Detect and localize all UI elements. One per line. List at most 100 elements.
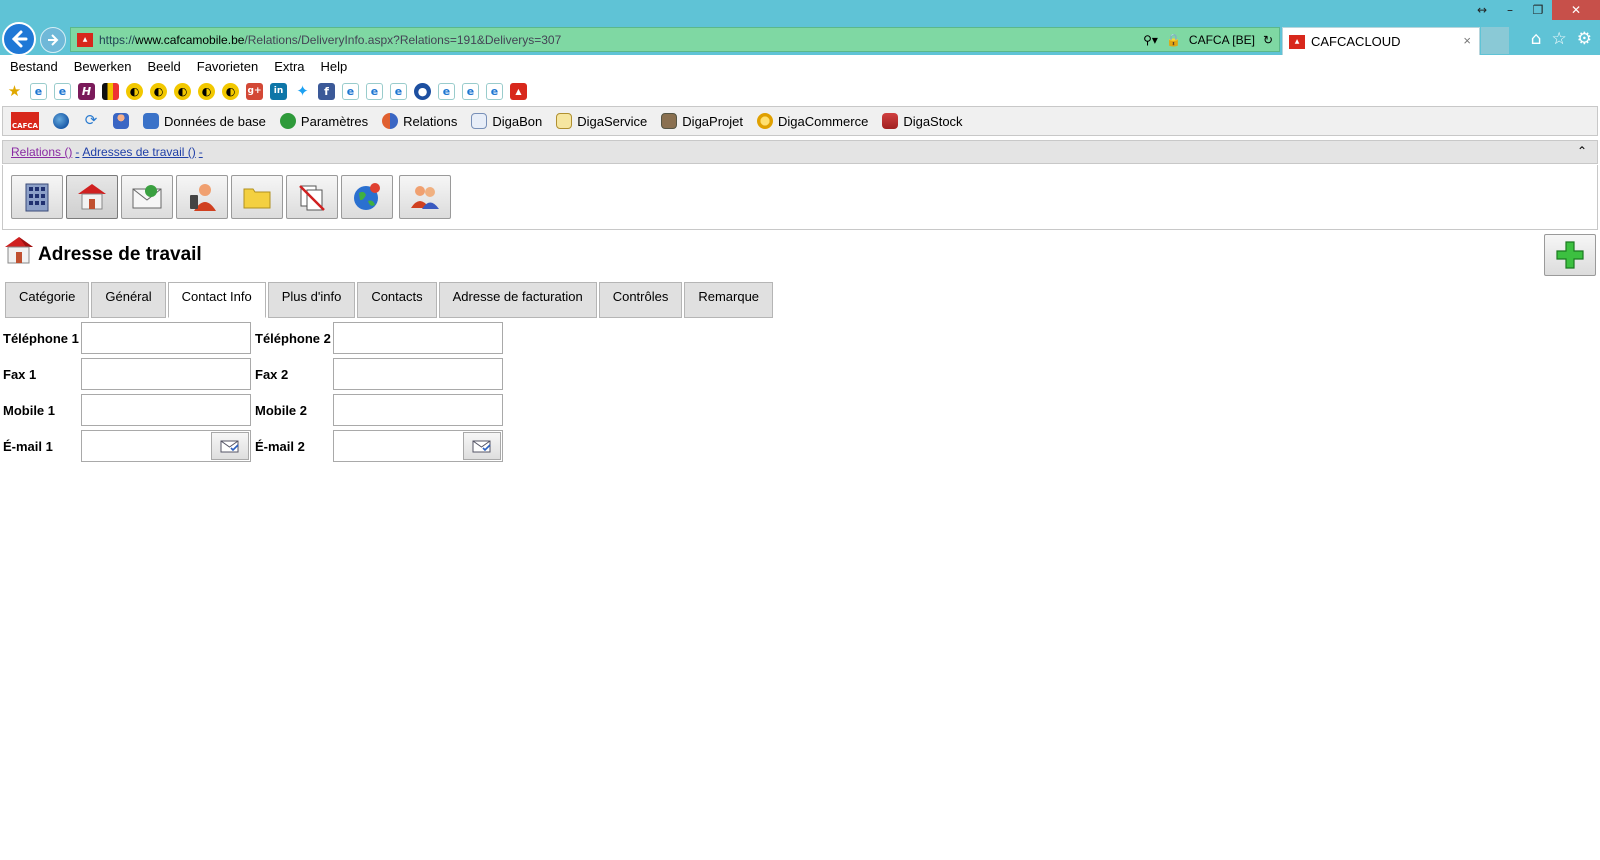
belgium-flag-icon[interactable] <box>102 82 119 100</box>
browser-tab[interactable]: ▲ CAFCACLOUD × <box>1282 27 1480 55</box>
tab-categorie[interactable]: Catégorie <box>5 282 90 318</box>
minimize-button[interactable]: – <box>1496 0 1524 20</box>
home-icon[interactable]: ⌂ <box>1531 29 1542 49</box>
favorites-bar: ★ e e H ◐ ◐ ◐ ◐ ◐ g+ in ✦ f e e e ● e e … <box>0 79 1600 103</box>
tab-general[interactable]: Général <box>91 282 166 318</box>
ie-page-icon[interactable]: e <box>342 82 359 100</box>
folder-button[interactable] <box>231 175 283 219</box>
toolbar-relations[interactable]: Relations <box>382 113 457 129</box>
url-text[interactable]: https://www.cafcamobile.be/Relations/Del… <box>99 33 561 47</box>
building-button[interactable] <box>11 175 63 219</box>
chevron-up-icon[interactable]: ⌃ <box>1577 144 1587 158</box>
google-plus-icon[interactable]: g+ <box>246 82 263 100</box>
mail-button[interactable] <box>121 175 173 219</box>
user-icon[interactable] <box>113 113 129 129</box>
people-icon <box>411 186 439 209</box>
phone2-input[interactable] <box>333 322 503 354</box>
sync-icon[interactable]: ⟳ <box>83 113 99 129</box>
menu-bestand[interactable]: Bestand <box>10 59 58 74</box>
contacts-button[interactable] <box>399 175 451 219</box>
site-icon[interactable]: ◐ <box>126 82 143 100</box>
toolbar-digacommerce[interactable]: DigaCommerce <box>757 113 868 129</box>
add-button[interactable] <box>1544 234 1596 276</box>
search-icon[interactable]: ⚲▾ <box>1143 33 1158 47</box>
project-icon <box>661 113 678 129</box>
gear-icon[interactable]: ⚙ <box>1577 29 1592 49</box>
facebook-icon[interactable]: f <box>318 82 335 100</box>
ie-page-icon[interactable]: e <box>438 82 455 100</box>
menu-bewerken[interactable]: Bewerken <box>74 59 132 74</box>
ie-page-icon[interactable]: e <box>54 82 71 100</box>
site-identity[interactable]: CAFCA [BE] <box>1189 33 1255 47</box>
refresh-icon[interactable]: ↻ <box>1263 33 1273 47</box>
tab-contacts[interactable]: Contacts <box>357 282 437 318</box>
cafca-logo[interactable]: CAFCA <box>11 112 39 130</box>
lock-icon[interactable]: 🔒 <box>1166 33 1181 47</box>
site-icon[interactable]: ◐ <box>150 82 167 100</box>
menu-favorieten[interactable]: Favorieten <box>197 59 258 74</box>
database-icon <box>143 113 159 129</box>
house-icon <box>78 184 106 210</box>
tab-plus-dinfo[interactable]: Plus d'info <box>267 282 356 318</box>
people-icon <box>382 113 399 129</box>
twitter-icon[interactable]: ✦ <box>294 82 311 100</box>
ie-page-icon[interactable]: e <box>30 82 47 100</box>
cafca-favicon-icon[interactable]: ▲ <box>510 82 527 100</box>
mobile1-input[interactable] <box>81 394 251 426</box>
toolbar-donnees-de-base[interactable]: Données de base <box>143 113 266 129</box>
no-documents-button[interactable] <box>286 175 338 219</box>
fax2-input[interactable] <box>333 358 503 390</box>
document-icon <box>471 113 488 129</box>
tab-adresse-de-facturation[interactable]: Adresse de facturation <box>438 282 597 318</box>
toolbar-digastock[interactable]: DigaStock <box>882 113 963 129</box>
breadcrumb-relations-link[interactable]: Relations () <box>11 145 72 159</box>
tab-contact-info[interactable]: Contact Info <box>167 282 266 318</box>
address-bar-tools: ⚲▾ 🔒 CAFCA [BE] ↻ <box>1143 28 1273 51</box>
menu-help[interactable]: Help <box>321 59 348 74</box>
mobile2-input[interactable] <box>333 394 503 426</box>
ie-page-icon[interactable]: e <box>390 82 407 100</box>
toolbar-label: DigaCommerce <box>778 113 869 129</box>
toolbar-digaprojet[interactable]: DigaProjet <box>661 113 743 129</box>
tab-remarque[interactable]: Remarque <box>684 282 774 318</box>
linkedin-icon[interactable]: in <box>270 82 287 100</box>
site-icon[interactable]: ◐ <box>222 82 239 100</box>
back-button[interactable] <box>2 22 36 56</box>
close-window-button[interactable]: ✕ <box>1552 0 1600 20</box>
star-icon[interactable]: ☆ <box>1552 29 1567 49</box>
breadcrumb-work-addresses-link[interactable]: Adresses de travail () <box>82 145 195 159</box>
restore-button[interactable]: ❐ <box>1524 0 1552 20</box>
address-bar[interactable]: ▲ https://www.cafcamobile.be/Relations/D… <box>70 27 1280 52</box>
site-icon[interactable]: ◐ <box>174 82 191 100</box>
building-icon <box>25 183 49 212</box>
phone1-input[interactable] <box>81 322 251 354</box>
globe-icon[interactable] <box>53 113 69 129</box>
email2-label: É-mail 2 <box>255 439 305 454</box>
tab-controles[interactable]: Contrôles <box>598 282 683 318</box>
resize-icon[interactable]: ↔ <box>1468 0 1496 20</box>
ie-page-icon[interactable]: e <box>366 82 383 100</box>
fax1-input[interactable] <box>81 358 251 390</box>
toolbar-parametres[interactable]: Paramètres <box>279 113 368 129</box>
menu-extra[interactable]: Extra <box>274 59 304 74</box>
web-button[interactable] <box>341 175 393 219</box>
send-email2-button[interactable] <box>463 432 501 460</box>
fax2-label: Fax 2 <box>255 367 289 382</box>
ie-page-icon[interactable]: e <box>486 82 503 100</box>
globe-icon[interactable]: ● <box>414 82 431 100</box>
breadcrumb-separator: - <box>198 145 203 159</box>
h-site-icon[interactable]: H <box>78 82 95 100</box>
send-email1-button[interactable] <box>211 432 249 460</box>
site-icon[interactable]: ◐ <box>198 82 215 100</box>
forward-button[interactable] <box>40 27 66 53</box>
toolbar-digaservice[interactable]: DigaService <box>556 113 647 129</box>
add-favorite-star-icon[interactable]: ★ <box>6 82 23 100</box>
work-address-button[interactable] <box>66 175 118 219</box>
new-tab-button[interactable] <box>1481 27 1509 54</box>
tab-close-icon[interactable]: × <box>1463 33 1471 48</box>
toolbar-digabon[interactable]: DigaBon <box>471 113 542 129</box>
folder-icon <box>243 188 271 209</box>
contact-phone-button[interactable] <box>176 175 228 219</box>
ie-page-icon[interactable]: e <box>462 82 479 100</box>
menu-beeld[interactable]: Beeld <box>148 59 181 74</box>
